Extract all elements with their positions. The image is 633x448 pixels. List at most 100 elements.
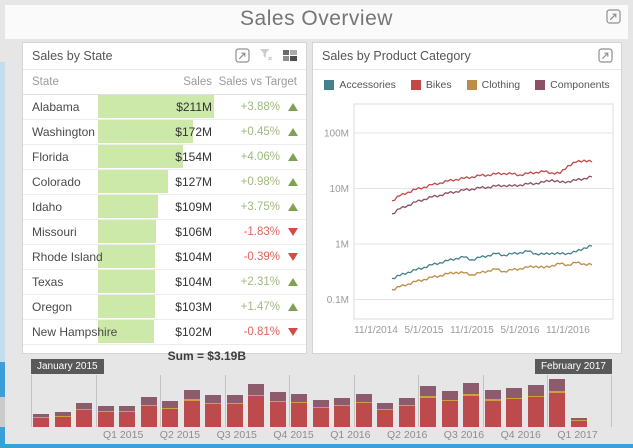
- selector-bar-mar-2016[interactable]: [334, 398, 350, 427]
- trend-up-icon: [288, 153, 298, 161]
- legend-item-bikes[interactable]: Bikes: [410, 79, 452, 91]
- bar-segment-components: [441, 391, 458, 400]
- bar-segment-bikes: [205, 404, 221, 427]
- column-header-state[interactable]: State: [32, 76, 59, 88]
- selector-bar-feb-2017[interactable]: [570, 418, 587, 427]
- selector-bar-sep-2015[interactable]: [205, 395, 221, 427]
- selector-bar-jun-2016[interactable]: [398, 398, 415, 427]
- selector-bar-sep-2016[interactable]: [463, 383, 479, 427]
- selector-bar-apr-2015[interactable]: [97, 406, 114, 427]
- selector-bar-may-2016[interactable]: [377, 403, 393, 427]
- selector-bar-aug-2016[interactable]: [441, 391, 458, 427]
- target-percent: -1.83%: [243, 226, 280, 238]
- selector-bar-dec-2015[interactable]: [269, 392, 286, 427]
- quarter-label: Q3 2015: [216, 429, 257, 441]
- bar-segment-components: [398, 398, 415, 406]
- sales-value: $102M: [175, 325, 212, 339]
- selector-bar-jun-2015[interactable]: [140, 397, 157, 427]
- dashboard: Sales Overview Sales by State State Sale…: [0, 0, 633, 448]
- selector-bar-oct-2016[interactable]: [484, 390, 501, 427]
- sales-value: $211M: [176, 100, 212, 114]
- quarter-label: Q2 2015: [159, 429, 201, 441]
- bar-segment-bikes: [377, 410, 393, 427]
- bar-segment-components: [484, 390, 501, 400]
- selector-bar-mar-2015[interactable]: [76, 403, 92, 427]
- selector-bar-may-2015[interactable]: [119, 406, 135, 427]
- selector-bar-jan-2017[interactable]: [549, 379, 565, 427]
- table-row[interactable]: Washington $172M +0.45%: [23, 120, 306, 145]
- selector-bar-feb-2015[interactable]: [54, 412, 71, 427]
- panel-title: Sales by State: [32, 49, 113, 63]
- table-row[interactable]: Alabama $211M +3.88%: [23, 95, 306, 120]
- selector-bar-dec-2016[interactable]: [527, 385, 544, 427]
- grid-icon[interactable]: [283, 48, 298, 63]
- table-row[interactable]: New Hampshire $102M -0.81%: [23, 320, 306, 345]
- quarter-label: Q1 2016: [330, 429, 371, 441]
- legend-label: Accessories: [339, 79, 396, 91]
- selector-bar-jan-2015[interactable]: [33, 414, 49, 427]
- table-row[interactable]: Rhode Island $104M -0.39%: [23, 245, 306, 270]
- trend-down-icon: [288, 328, 298, 336]
- bar-segment-bikes: [549, 392, 565, 427]
- legend-item-accessories[interactable]: Accessories: [324, 79, 396, 91]
- table-row[interactable]: Oregon $103M +1.47%: [23, 295, 306, 320]
- window-edge-strip: [0, 62, 5, 362]
- bar-segment-bikes: [183, 400, 200, 427]
- bar-segment-components: [226, 395, 243, 403]
- y-axis-label: 1M: [335, 240, 349, 251]
- quarter-label: Q4 2016: [500, 429, 541, 441]
- bar-segment-bikes: [334, 406, 350, 427]
- table-row[interactable]: Idaho $109M +3.75%: [23, 195, 306, 220]
- target-percent: +0.45%: [240, 126, 280, 138]
- table-row[interactable]: Colorado $127M +0.98%: [23, 170, 306, 195]
- bar-segment-bikes: [420, 397, 436, 427]
- table-row[interactable]: Texas $104M +2.31%: [23, 270, 306, 295]
- quarter-label: Q4 2015: [273, 429, 314, 441]
- range-start-handle[interactable]: [31, 375, 32, 427]
- bar-segment-components: [248, 384, 264, 395]
- bar-segment-components: [549, 379, 565, 391]
- export-icon[interactable]: [598, 48, 613, 63]
- target-percent: +1.47%: [240, 301, 280, 313]
- bar-segment-components: [420, 386, 436, 397]
- legend-item-components[interactable]: Components: [535, 79, 610, 91]
- bar-segment-components: [312, 400, 329, 407]
- selector-bar-aug-2015[interactable]: [183, 390, 200, 427]
- quarter-separator: [353, 375, 355, 427]
- quarter-separator: [482, 375, 484, 427]
- column-header-sales[interactable]: Sales: [98, 76, 212, 88]
- bar-segment-bikes: [312, 407, 329, 427]
- table-row[interactable]: Missouri $106M -1.83%: [23, 220, 306, 245]
- column-header-sales-vs-target[interactable]: Sales vs Target: [219, 76, 297, 88]
- y-axis-label: 0.1M: [327, 295, 349, 306]
- sales-by-state-panel: Sales by State State Sales Sales vs Targ…: [22, 42, 307, 363]
- table-body: Alabama $211M +3.88% Washington $172M +0.45% F…: [23, 95, 306, 345]
- legend-swatch: [466, 80, 477, 90]
- selector-bar-oct-2015[interactable]: [226, 395, 243, 427]
- export-icon[interactable]: [235, 48, 250, 63]
- selector-bar-nov-2016[interactable]: [506, 388, 522, 427]
- selector-bar-jul-2016[interactable]: [420, 386, 436, 427]
- export-icon[interactable]: [606, 9, 621, 24]
- bar-segment-components: [183, 390, 200, 400]
- range-selector[interactable]: January 2015 February 2017 Q1 2015 Q2 201…: [0, 356, 633, 444]
- selector-bar-nov-2015[interactable]: [248, 384, 264, 427]
- x-axis-label: 5/1/2015: [405, 325, 444, 336]
- filter-icon[interactable]: [259, 48, 274, 63]
- y-axis-label: 10M: [330, 184, 349, 195]
- range-start-badge[interactable]: January 2015: [31, 359, 104, 374]
- selector-bar-jan-2016[interactable]: [291, 394, 307, 427]
- selector-bar-jul-2015[interactable]: [162, 401, 178, 427]
- selector-bar-apr-2016[interactable]: [355, 394, 372, 427]
- quarter-separator: [160, 375, 161, 427]
- range-end-handle[interactable]: [611, 375, 612, 427]
- quarter-label: Q3 2016: [443, 429, 485, 441]
- legend-label: Clothing: [481, 79, 521, 91]
- chart-legend: Accessories Bikes Clothing Components: [313, 79, 621, 91]
- table-row[interactable]: Florida $154M +4.06%: [23, 145, 306, 170]
- legend-item-clothing[interactable]: Clothing: [466, 79, 521, 91]
- range-end-badge[interactable]: February 2017: [534, 359, 612, 374]
- target-percent: -0.39%: [243, 251, 280, 263]
- selector-bar-feb-2016[interactable]: [312, 400, 329, 427]
- bar-segment-bikes: [355, 403, 372, 427]
